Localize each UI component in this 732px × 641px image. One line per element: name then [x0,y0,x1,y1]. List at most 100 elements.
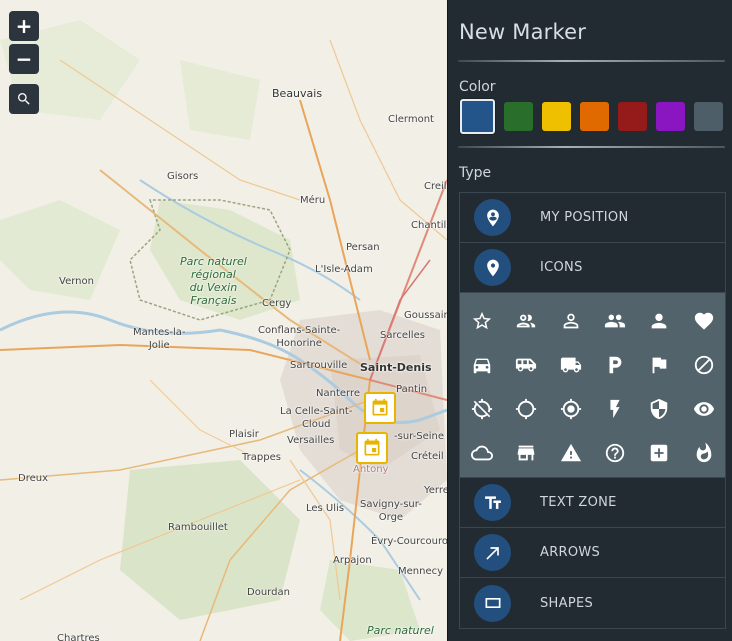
map-label-seur: -sur-Seine [394,431,445,442]
truck-icon[interactable] [558,352,584,378]
panel-title: New Marker [459,20,587,44]
map-label-sarcelles: Sarcelles [380,330,425,341]
color-swatches [460,99,723,134]
map-label-sartrouville: Sartrouville [290,360,348,371]
type-label: Type [459,165,492,181]
parking-icon[interactable] [602,352,628,378]
bus-icon[interactable] [513,352,539,378]
warning-icon[interactable] [558,440,584,466]
gps-fixed-icon[interactable] [558,396,584,422]
divider [458,60,725,62]
map-label-lisle-adam: L'Isle-Adam [315,264,373,275]
map-label-beauvais: Beauvais [272,87,323,100]
rectangle-icon [474,584,511,622]
map-label-conflans: Conflans-Sainte- Honorine [258,325,341,349]
map-label-park-south: Parc naturel [367,624,434,637]
type-text-zone[interactable]: TEXT ZONE [460,478,725,528]
type-arrows-label: ARROWS [540,545,601,560]
type-icons-label: ICONS [540,260,583,275]
map-label-arpajon: Arpajon [333,555,372,566]
map-label-mennecy: Mennecy [398,566,444,577]
type-shapes-label: SHAPES [540,595,594,611]
map-view[interactable]: Beauvais Clermont Gisors Creil Méru Chan… [0,0,447,641]
map-label-antony: Antony [353,464,389,475]
type-icons[interactable]: ICONS [460,243,725,293]
map-label-persan: Persan [346,242,380,253]
map-label-cergy: Cergy [262,298,292,309]
map-label-meru: Méru [300,195,326,206]
calendar-icon [372,398,388,416]
map-label-la-celle: La Celle-Saint- Cloud [280,406,353,430]
map-label-dourdan: Dourdan [247,587,290,598]
icon-picker-grid [460,293,725,478]
color-swatch-orange[interactable] [580,102,609,131]
map-label-dreux: Dreux [18,473,48,484]
map-label-creteil: Créteil [411,451,444,462]
zoom-in-button[interactable]: + [9,11,39,41]
color-swatch-yellow[interactable] [542,102,571,131]
color-swatch-purple[interactable] [656,102,685,131]
color-swatch-blue[interactable] [460,99,495,134]
type-my-position-label: MY POSITION [540,210,629,225]
color-swatch-red[interactable] [618,102,647,131]
event-marker-1[interactable] [364,392,396,424]
map-label-les-ulis: Les Ulis [306,503,345,514]
my-position-icon [474,199,511,236]
map-label-gisors: Gisors [167,171,199,182]
map-label-mantes: Mantes-la- Jolie [133,327,186,351]
type-shapes[interactable]: SHAPES [460,578,725,628]
map-label-saint-denis: Saint-Denis [360,361,432,374]
gps-off-icon[interactable] [469,396,495,422]
block-icon[interactable] [691,352,717,378]
map-label-creil: Creil [424,181,447,192]
group-icon[interactable] [513,308,539,334]
fire-icon[interactable] [691,440,717,466]
map-label-evry: Évry-Courcouron [371,536,447,547]
divider [458,146,725,148]
map-label-chantilly: Chantill [411,220,447,231]
arrow-icon [474,534,511,571]
map-label-goussainville: Goussain [404,310,447,321]
security-icon[interactable] [646,396,672,422]
zoom-out-button[interactable]: − [9,44,39,74]
type-my-position[interactable]: MY POSITION [460,193,725,243]
map-label-pantin: Pantin [396,384,428,395]
eye-icon[interactable] [691,396,717,422]
map-label-trappes: Trappes [242,452,281,463]
plus-box-icon[interactable] [646,440,672,466]
search-icon [18,93,30,105]
flash-icon[interactable] [602,396,628,422]
cloud-icon[interactable] [469,440,495,466]
map-label-savigny: Savigny-sur- Orge [360,499,422,523]
gps-not-fixed-icon[interactable] [513,396,539,422]
car-icon[interactable] [469,352,495,378]
map-label-plaisir: Plaisir [229,429,259,440]
color-swatch-green[interactable] [504,102,533,131]
heart-icon[interactable] [691,308,717,334]
map-label-nanterre: Nanterre [316,388,360,399]
people-icon[interactable] [602,308,628,334]
store-icon[interactable] [513,440,539,466]
map-label-rambouillet: Rambouillet [168,522,228,533]
person-icon[interactable] [646,308,672,334]
type-text-zone-label: TEXT ZONE [540,495,617,510]
map-label-vernon: Vernon [59,276,94,287]
map-label-park-vexin: Parc naturel régional du Vexin Français [180,255,247,307]
new-marker-panel: New Marker Color Type MY POSITION ICONS [447,0,732,641]
calendar-icon [364,438,380,456]
star-icon[interactable] [469,308,495,334]
search-button[interactable] [9,84,39,114]
flag-icon[interactable] [646,352,672,378]
person-outline-icon[interactable] [558,308,584,334]
text-fields-icon [474,484,511,521]
map-label-versailles: Versailles [287,435,335,446]
type-arrows[interactable]: ARROWS [460,528,725,578]
help-icon[interactable] [602,440,628,466]
marker-type-list: MY POSITION ICONS TEXT ZONE ARROWS SHAPE… [459,192,726,629]
map-label-chartres: Chartres [57,633,100,641]
map-label-yerres: Yerres [424,485,447,496]
event-marker-2[interactable] [356,432,388,464]
color-swatch-gray[interactable] [694,102,723,131]
map-label-clermont: Clermont [388,114,434,125]
place-icon [474,249,511,286]
